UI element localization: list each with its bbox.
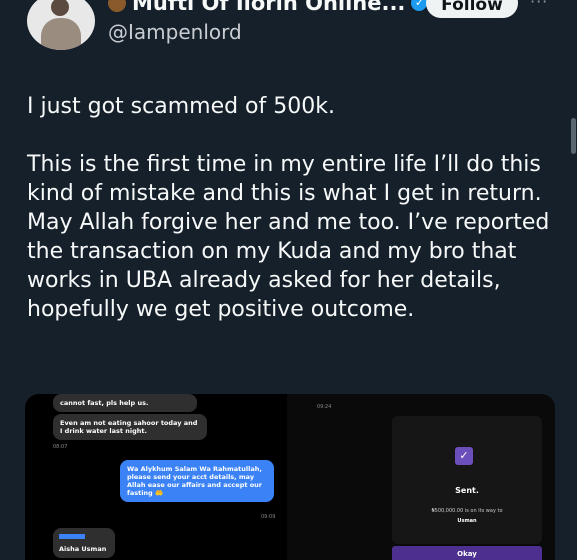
contact-name: Aisha Usman — [59, 545, 107, 553]
scrollbar-thumb[interactable] — [571, 118, 576, 154]
receipt-recipient: Usman — [457, 518, 477, 524]
avatar-body — [41, 18, 81, 50]
chat-message-incoming: cannot fast, pls help us. — [53, 394, 197, 412]
more-options-icon[interactable]: ··· — [530, 0, 548, 11]
tweet-media-grid[interactable]: cannot fast, pls help us. Even am not ea… — [25, 394, 555, 560]
display-name[interactable]: Mufti Of Ilorin Online... — [132, 0, 405, 15]
avatar[interactable] — [27, 0, 95, 50]
receipt-status: Sent. — [455, 486, 479, 495]
chat-account-details-message: Aisha Usman — [53, 528, 115, 558]
avatar-head — [51, 0, 69, 16]
receipt-amount: ₦500,000.00 is on its way to — [431, 508, 503, 514]
face-emoji-icon — [108, 0, 126, 12]
okay-button[interactable]: Okay — [392, 546, 542, 560]
receipt-time: 09:24 — [317, 404, 332, 410]
tweet-text: I just got scammed of 500k. This is the … — [27, 92, 557, 353]
follow-button[interactable]: Follow — [426, 0, 518, 18]
display-name-row[interactable]: Mufti Of Ilorin Online... ✓ — [108, 0, 428, 16]
chat-screenshot[interactable]: cannot fast, pls help us. Even am not ea… — [25, 394, 283, 560]
user-handle[interactable]: @Iampenlord — [108, 20, 242, 44]
receipt-modal — [392, 416, 542, 544]
redacted-bar-icon — [59, 534, 85, 539]
tweet-paragraph: I just got scammed of 500k. — [27, 94, 335, 119]
chat-message-outgoing: Wa Alykhum Salam Wa Rahmatullah, please … — [120, 460, 274, 502]
tweet-header: Mufti Of Ilorin Online... ✓ @Iampenlord … — [0, 0, 577, 80]
chat-message-incoming: Even am not eating sahoor today and I dr… — [53, 414, 207, 440]
kuda-receipt-screenshot[interactable]: 09:24 ✓ Sent. ₦500,000.00 is on its way … — [287, 394, 555, 560]
tweet-paragraph: This is the first time in my entire life… — [27, 152, 550, 322]
chat-timestamp: 08:07 — [53, 444, 68, 450]
checkmark-icon: ✓ — [455, 447, 473, 465]
chat-timestamp: 09:09 — [261, 514, 276, 520]
